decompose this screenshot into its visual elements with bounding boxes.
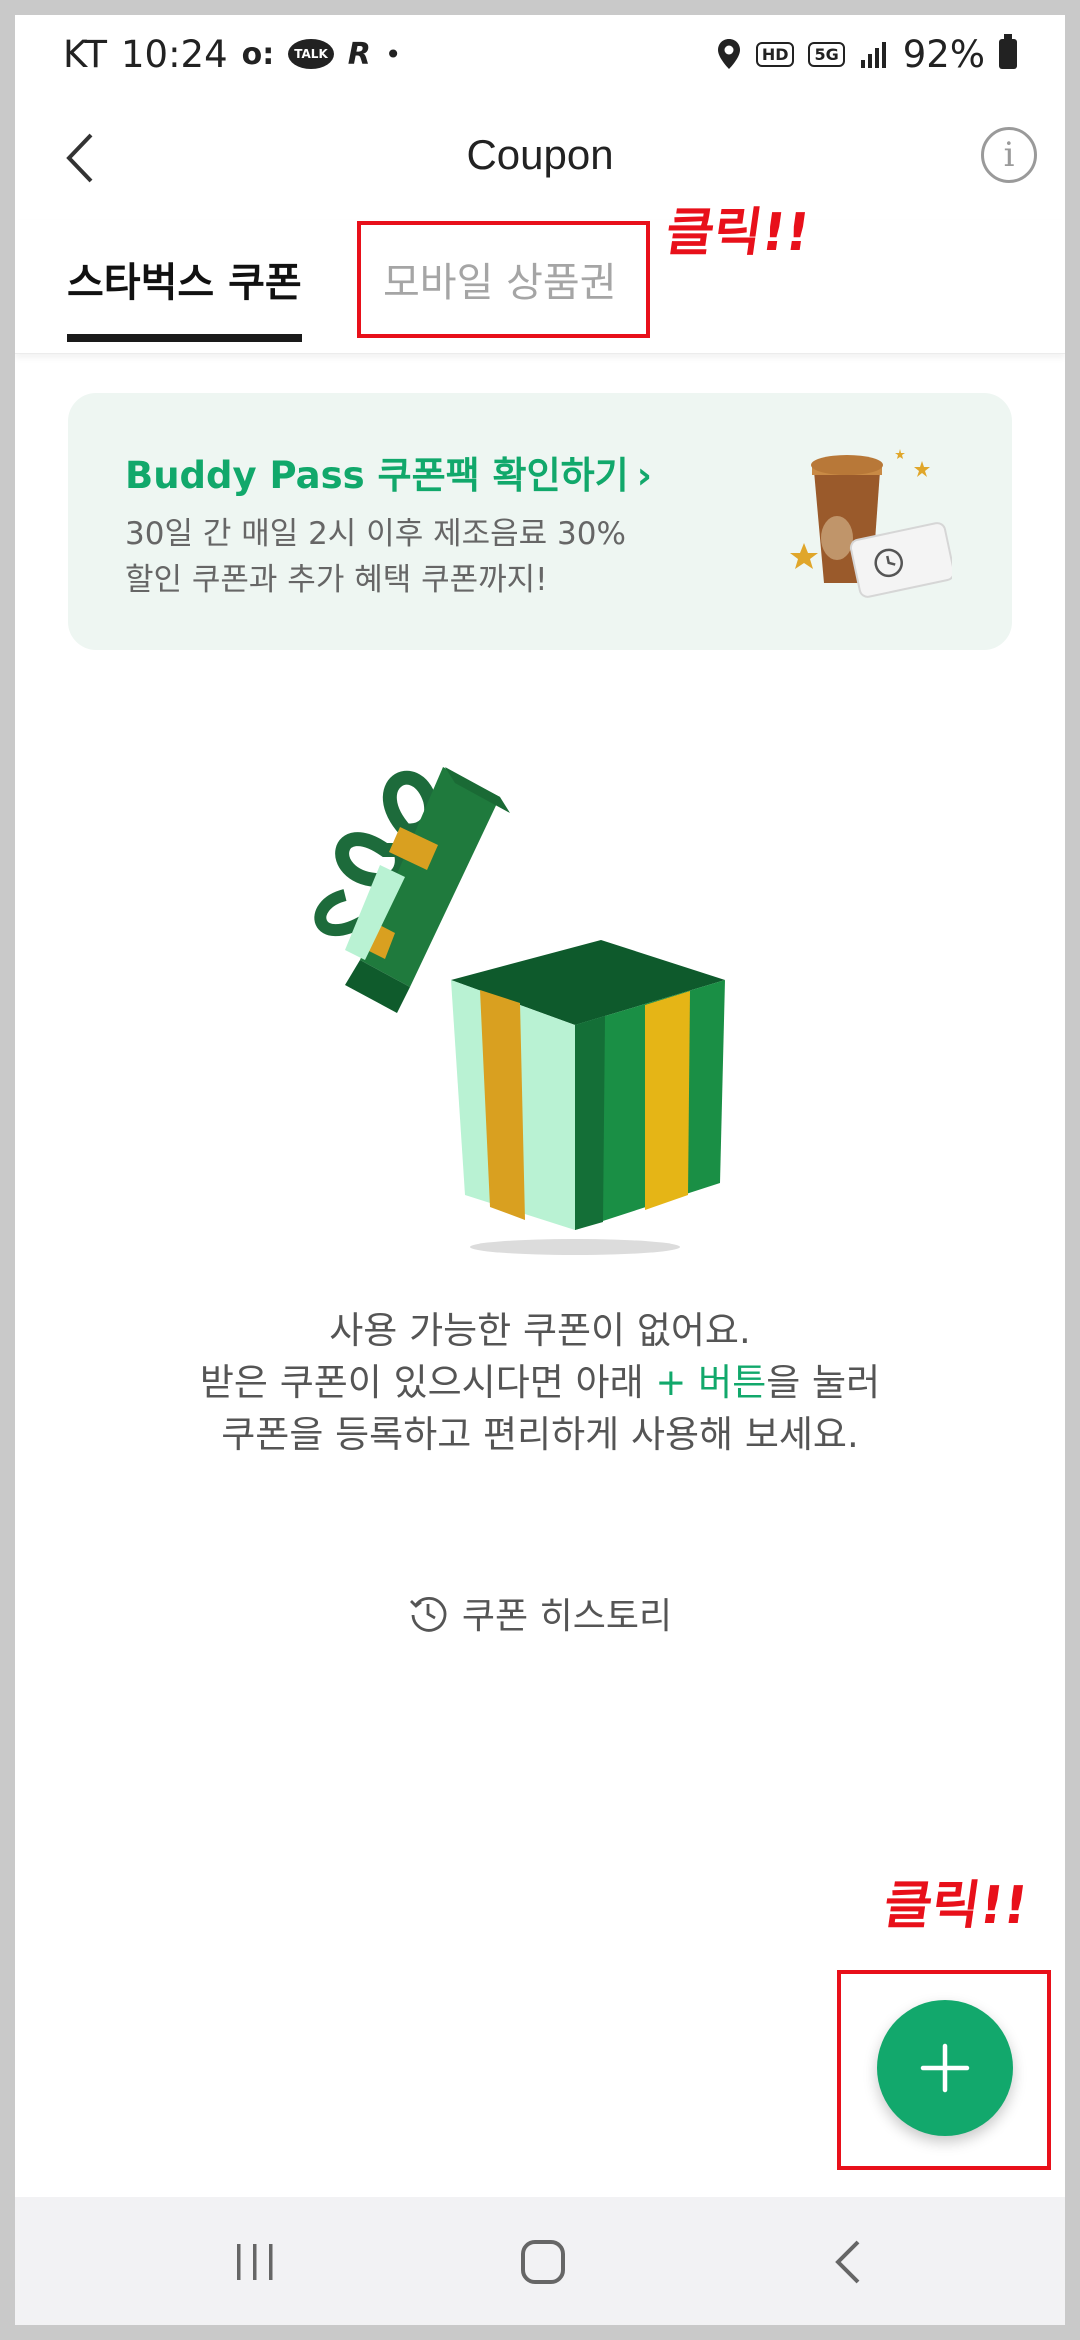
coupon-history-link[interactable]: 쿠폰 히스토리	[15, 1587, 1065, 1639]
hd-icon: HD	[755, 41, 795, 67]
clock: 10:24	[121, 32, 228, 76]
empty-line1: 사용 가능한 쿠폰이 없어요.	[329, 1309, 751, 1352]
annotation-box-tab	[357, 221, 650, 338]
tab-starbucks-coupon[interactable]: 스타벅스 쿠폰	[67, 250, 302, 342]
banner-title-text: Buddy Pass 쿠폰팩 확인하기	[125, 454, 629, 497]
system-navigation-bar	[15, 2197, 1065, 2325]
add-coupon-button[interactable]	[877, 2000, 1013, 2136]
annotation-label-fab: 클릭!!	[880, 1876, 1032, 1936]
banner-title: Buddy Pass 쿠폰팩 확인하기 ›	[125, 445, 652, 499]
empty-line2: 받은 쿠폰이 있으시다면 아래 + 버튼을 눌러	[15, 1357, 1065, 1409]
coffee-coupon-illustration	[790, 449, 952, 598]
ring-icon: o:	[241, 36, 275, 72]
page-title: Coupon	[466, 131, 614, 178]
carrier-label: KT	[63, 32, 107, 76]
network-icon: 5G	[808, 41, 845, 67]
empty-state-message: 사용 가능한 쿠폰이 없어요. 받은 쿠폰이 있으시다면 아래 + 버튼을 눌러…	[15, 1305, 1065, 1461]
chevron-right-icon: ›	[636, 454, 652, 497]
talk-icon: TALK	[288, 39, 334, 69]
battery-icon	[999, 34, 1017, 69]
status-bar: KT 10:24 o: TALK R • HD 5G 92%	[15, 15, 1065, 93]
screen: KT 10:24 o: TALK R • HD 5G 92% Coupon i …	[15, 15, 1065, 2325]
system-back-button[interactable]	[807, 2227, 887, 2297]
history-icon	[409, 1597, 447, 1632]
info-button[interactable]: i	[981, 127, 1037, 183]
recents-button[interactable]	[215, 2227, 295, 2297]
buddy-pass-banner[interactable]: Buddy Pass 쿠폰팩 확인하기 › 30일 간 매일 2시 이후 제조음료…	[68, 393, 1012, 650]
empty-line2-end: 을 눌러	[766, 1361, 881, 1404]
home-icon	[521, 2240, 565, 2284]
recents-icon	[237, 2244, 273, 2280]
banner-description: 30일 간 매일 2시 이후 제조음료 30% 할인 쿠폰과 추가 혜택 쿠폰까…	[125, 511, 626, 603]
empty-line2-plus-button-text: + 버튼	[655, 1361, 767, 1404]
banner-desc-line1: 30일 간 매일 2시 이후 제조음료 30%	[125, 516, 626, 552]
open-gift-box-illustration	[314, 767, 725, 1255]
battery-percent: 92%	[902, 32, 985, 76]
annotation-label-tab: 클릭!!	[662, 203, 814, 263]
app-header: Coupon i	[15, 105, 1065, 215]
plus-icon	[920, 2043, 970, 2093]
banner-desc-line2: 할인 쿠폰과 추가 혜택 쿠폰까지!	[125, 562, 548, 598]
home-button[interactable]	[503, 2227, 583, 2297]
dot-icon: •	[384, 37, 402, 71]
coupon-history-label: 쿠폰 히스토리	[461, 1596, 673, 1637]
location-icon	[717, 39, 740, 69]
signal-icon	[860, 42, 886, 68]
empty-line2-start: 받은 쿠폰이 있으시다면 아래	[199, 1361, 656, 1404]
back-arrow-icon	[835, 2240, 860, 2284]
r-app-icon: R	[347, 36, 371, 72]
info-icon: i	[1003, 135, 1015, 175]
empty-line3: 쿠폰을 등록하고 편리하게 사용해 보세요.	[221, 1413, 859, 1456]
